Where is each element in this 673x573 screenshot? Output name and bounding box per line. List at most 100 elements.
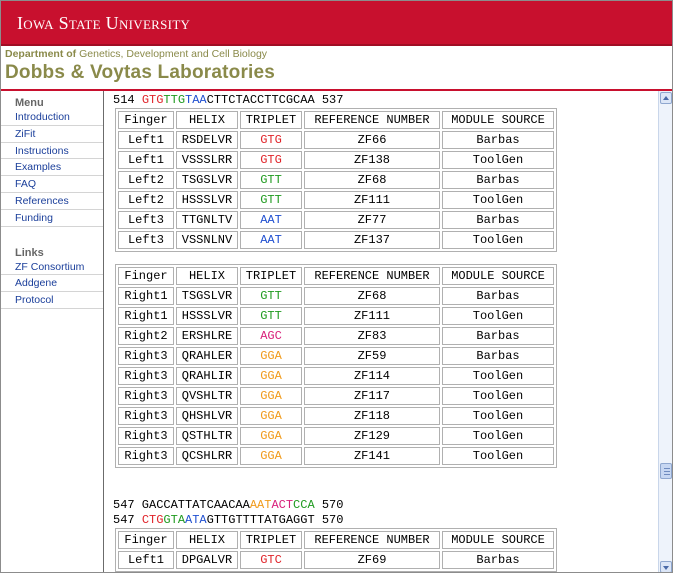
sequence-segment: 514 bbox=[113, 93, 142, 107]
sequence-line: 547 CTGGTAATAGTTGTTTTATGAGGT 570 bbox=[113, 513, 658, 528]
triplet-cell: GGA bbox=[240, 407, 302, 425]
sequence-segment: GTG bbox=[141, 93, 164, 107]
sequence-line: 547 GACCATTATCAACAAAATACTCCA 570 bbox=[113, 498, 658, 513]
triplet-cell: AAT bbox=[240, 231, 302, 249]
finger-cell: Left1 bbox=[118, 131, 174, 149]
table-row: Right3 QCSHLRR GGA ZF141 ToolGen bbox=[118, 447, 554, 465]
sidebar-item-link[interactable]: Addgene bbox=[1, 275, 103, 293]
sidebar-item-menu[interactable]: Introduction bbox=[1, 109, 103, 126]
module-source-cell: ToolGen bbox=[442, 387, 554, 405]
column-header: MODULE SOURCE bbox=[442, 531, 554, 549]
results-area: 514 GTGTTGTAACTTCTACCTTCGCAA 537 Finger HE… bbox=[113, 93, 658, 572]
helix-cell: TTGNLTV bbox=[176, 211, 238, 229]
triplet-cell: GTG bbox=[240, 151, 302, 169]
column-header: TRIPLET bbox=[240, 531, 302, 549]
module-source-cell: ToolGen bbox=[442, 307, 554, 325]
sequence-segment: 547 GACCATTATCAACAA bbox=[113, 498, 250, 512]
column-header: MODULE SOURCE bbox=[442, 111, 554, 129]
vertical-scrollbar[interactable] bbox=[658, 91, 672, 572]
column-header: HELIX bbox=[176, 531, 238, 549]
sidebar-item-link[interactable]: ZF Consortium bbox=[1, 259, 103, 276]
links-heading: Links bbox=[15, 246, 44, 259]
sidebar-item-menu[interactable]: FAQ bbox=[1, 176, 103, 193]
triplet-cell: GGA bbox=[240, 347, 302, 365]
sidebar-item-menu[interactable]: ZiFit bbox=[1, 126, 103, 143]
scroll-up-button[interactable] bbox=[660, 92, 672, 104]
scroll-thumb[interactable] bbox=[660, 463, 672, 479]
table-row: Right3 QVSHLTR GGA ZF117 ToolGen bbox=[118, 387, 554, 405]
finger-cell: Left2 bbox=[118, 171, 174, 189]
triplet-cell: GTT bbox=[240, 307, 302, 325]
module-source-cell: ToolGen bbox=[442, 191, 554, 209]
sidebar-item-menu[interactable]: Funding bbox=[1, 210, 103, 227]
zinc-finger-table: Finger HELIX TRIPLET REFERENCE NUMBER MODULE… bbox=[115, 528, 557, 572]
zinc-finger-table: Finger HELIX TRIPLET REFERENCE NUMBER MODULE… bbox=[115, 264, 557, 468]
column-header: Finger bbox=[118, 267, 174, 285]
reference-number-cell: ZF138 bbox=[304, 151, 440, 169]
column-header: Finger bbox=[118, 531, 174, 549]
chevron-up-icon bbox=[663, 96, 669, 100]
triplet-cell: GTT bbox=[240, 171, 302, 189]
table-header-row: Finger HELIX TRIPLET REFERENCE NUMBER MODULE… bbox=[118, 111, 554, 129]
helix-cell: DPGALVR bbox=[176, 551, 238, 569]
column-header: MODULE SOURCE bbox=[442, 267, 554, 285]
sidebar-item-menu[interactable]: Instructions bbox=[1, 143, 103, 160]
helix-cell: QSTHLTR bbox=[176, 427, 238, 445]
grip-line bbox=[664, 471, 670, 472]
helix-cell: VSSSLRR bbox=[176, 151, 238, 169]
menu-heading: Menu bbox=[15, 97, 44, 109]
table-header-row: Finger HELIX TRIPLET REFERENCE NUMBER MODULE… bbox=[118, 531, 554, 549]
column-header: REFERENCE NUMBER bbox=[304, 267, 440, 285]
finger-cell: Right3 bbox=[118, 447, 174, 465]
sequence-segment: AAT bbox=[249, 498, 272, 512]
helix-cell: QRAHLIR bbox=[176, 367, 238, 385]
table-header-row: Finger HELIX TRIPLET REFERENCE NUMBER MODULE… bbox=[118, 267, 554, 285]
reference-number-cell: ZF129 bbox=[304, 427, 440, 445]
sequence-segment: TTG bbox=[163, 93, 186, 107]
reference-number-cell: ZF111 bbox=[304, 191, 440, 209]
sequence-segment: CTTCTACCTTCGCAA 537 bbox=[206, 93, 344, 107]
table-row: Right3 QRAHLIR GGA ZF114 ToolGen bbox=[118, 367, 554, 385]
module-source-cell: Barbas bbox=[442, 327, 554, 345]
chevron-down-icon bbox=[663, 566, 669, 570]
helix-cell: TSGSLVR bbox=[176, 287, 238, 305]
module-source-cell: ToolGen bbox=[442, 151, 554, 169]
grip-line bbox=[664, 468, 670, 469]
helix-cell: HSSSLVR bbox=[176, 307, 238, 325]
scroll-down-button[interactable] bbox=[660, 561, 672, 572]
sidebar: Menu Introduction ZiFit Instructions Exampl… bbox=[1, 91, 104, 572]
finger-cell: Right1 bbox=[118, 307, 174, 325]
module-source-cell: Barbas bbox=[442, 551, 554, 569]
sidebar-item-menu[interactable]: Examples bbox=[1, 159, 103, 177]
helix-cell: QRAHLER bbox=[176, 347, 238, 365]
finger-cell: Right3 bbox=[118, 367, 174, 385]
department-name[interactable]: Genetics, Development and Cell Biology bbox=[76, 48, 267, 60]
sidebar-item-link[interactable]: Protocol bbox=[1, 292, 103, 309]
links-list: ZF Consortium Addgene Protocol bbox=[1, 259, 103, 309]
zinc-finger-table: Finger HELIX TRIPLET REFERENCE NUMBER MODULE… bbox=[115, 108, 557, 252]
main-content: 514 GTGTTGTAACTTCTACCTTCGCAA 537 Finger HE… bbox=[105, 91, 658, 572]
finger-cell: Right3 bbox=[118, 427, 174, 445]
grip-line bbox=[664, 474, 670, 475]
table-row: Right1 HSSSLVR GTT ZF111 ToolGen bbox=[118, 307, 554, 325]
module-source-cell: Barbas bbox=[442, 347, 554, 365]
reference-number-cell: ZF114 bbox=[304, 367, 440, 385]
finger-cell: Right3 bbox=[118, 387, 174, 405]
sidebar-item-menu[interactable]: References bbox=[1, 193, 103, 210]
reference-number-cell: ZF68 bbox=[304, 287, 440, 305]
sequence-segment: ACT bbox=[271, 498, 294, 512]
module-source-cell: ToolGen bbox=[442, 231, 554, 249]
table-row: Left1 DPGALVR GTC ZF69 Barbas bbox=[118, 551, 554, 569]
finger-cell: Right1 bbox=[118, 287, 174, 305]
finger-cell: Left3 bbox=[118, 231, 174, 249]
column-header: TRIPLET bbox=[240, 267, 302, 285]
triplet-cell: GGA bbox=[240, 367, 302, 385]
finger-cell: Left1 bbox=[118, 151, 174, 169]
reference-number-cell: ZF83 bbox=[304, 327, 440, 345]
university-name[interactable]: Iowa State University bbox=[17, 13, 190, 34]
triplet-cell: AAT bbox=[240, 211, 302, 229]
column-header: REFERENCE NUMBER bbox=[304, 531, 440, 549]
column-header: Finger bbox=[118, 111, 174, 129]
sequence-segment: CTG bbox=[141, 513, 164, 527]
